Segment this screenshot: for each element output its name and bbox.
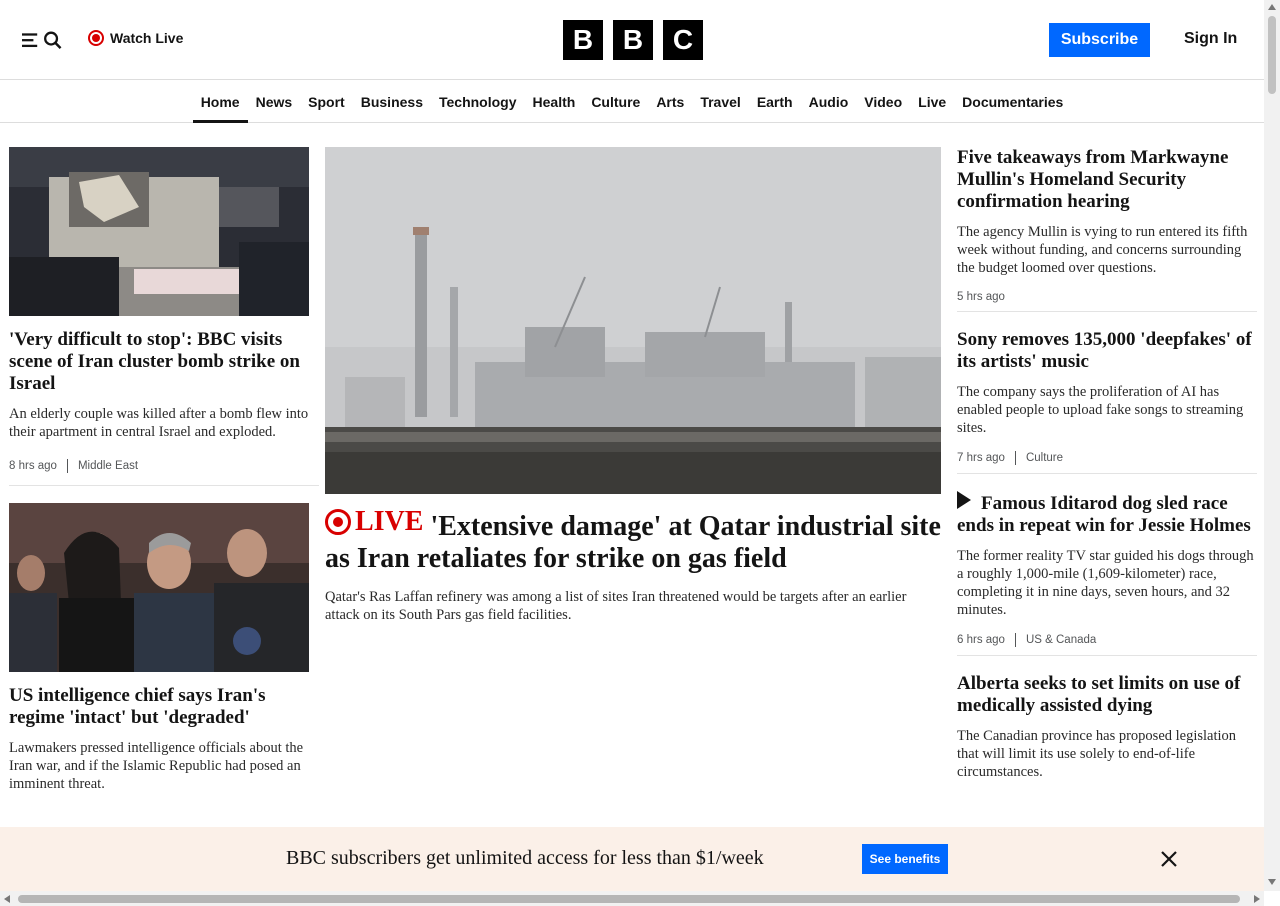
live-label: LIVE: [355, 506, 424, 537]
story-card[interactable]: Sony removes 135,000 'deepfakes' of its …: [957, 329, 1257, 465]
live-icon: [325, 509, 351, 535]
story-headline[interactable]: Sony removes 135,000 'deepfakes' of its …: [957, 329, 1257, 373]
nav-item-live[interactable]: Live: [910, 81, 954, 123]
nav-item-news[interactable]: News: [248, 81, 301, 123]
story-summary: Lawmakers pressed intelligence officials…: [9, 740, 304, 792]
card-divider: [957, 473, 1257, 474]
story-meta: 5 hrs ago: [957, 291, 1257, 303]
subscribe-button[interactable]: Subscribe: [1049, 23, 1150, 57]
story-tag[interactable]: Culture: [1026, 452, 1063, 464]
story-summary: The Canadian province has proposed legis…: [957, 728, 1237, 780]
story-headline-text: Famous Iditarod dog sled race ends in re…: [957, 493, 1251, 536]
logo-letter: B: [613, 20, 653, 60]
story-headline[interactable]: 'Very difficult to stop': BBC visits sce…: [9, 329, 309, 395]
story-summary: The former reality TV star guided his do…: [957, 548, 1254, 618]
horizontal-scrollbar[interactable]: [0, 891, 1264, 906]
nav-item-sport[interactable]: Sport: [300, 81, 353, 123]
search-icon: [44, 31, 62, 49]
story-card[interactable]: Five takeaways from Markwayne Mullin's H…: [957, 147, 1257, 303]
lead-story[interactable]: LIVE 'Extensive damage' at Qatar industr…: [325, 147, 941, 624]
menu-search-button[interactable]: [22, 28, 62, 52]
watch-live-label: Watch Live: [110, 30, 184, 46]
nav-item-earth[interactable]: Earth: [749, 81, 801, 123]
story-headline[interactable]: Alberta seeks to set limits on use of me…: [957, 673, 1257, 717]
vertical-scrollbar[interactable]: [1264, 0, 1280, 891]
story-image-apartment[interactable]: [9, 147, 309, 316]
story-meta: 6 hrs ago US & Canada: [957, 633, 1257, 647]
story-meta: 8 hrs ago Middle East: [9, 459, 309, 473]
site-header: Watch Live B B C Subscribe Sign In: [0, 0, 1264, 80]
main-nav: Home News Sport Business Technology Heal…: [0, 81, 1264, 123]
scroll-right-arrow-icon[interactable]: [1254, 895, 1260, 903]
vertical-scroll-thumb[interactable]: [1268, 16, 1276, 94]
nav-item-technology[interactable]: Technology: [431, 81, 525, 123]
sign-in-link[interactable]: Sign In: [1184, 30, 1237, 48]
story-card[interactable]: 'Very difficult to stop': BBC visits sce…: [9, 147, 309, 473]
menu-icon: [22, 33, 38, 48]
horizontal-scroll-thumb[interactable]: [18, 895, 1240, 903]
nav-item-travel[interactable]: Travel: [692, 81, 748, 123]
bbc-logo[interactable]: B B C: [563, 20, 703, 60]
scroll-down-arrow-icon[interactable]: [1268, 879, 1276, 885]
nav-item-arts[interactable]: Arts: [648, 81, 692, 123]
logo-letter: B: [563, 20, 603, 60]
banner-text: BBC subscribers get unlimited access for…: [286, 847, 764, 869]
nav-item-home[interactable]: Home: [192, 81, 248, 123]
nav-list: Home News Sport Business Technology Heal…: [192, 81, 1072, 123]
card-divider: [957, 655, 1257, 656]
story-summary: An elderly couple was killed after a bom…: [9, 406, 309, 440]
nav-item-video[interactable]: Video: [856, 81, 910, 123]
story-card[interactable]: Alberta seeks to set limits on use of me…: [957, 673, 1257, 781]
story-time: 8 hrs ago: [9, 460, 57, 472]
scroll-up-arrow-icon[interactable]: [1268, 4, 1276, 10]
banner-close-button[interactable]: [1158, 848, 1180, 870]
story-headline[interactable]: Famous Iditarod dog sled race ends in re…: [957, 491, 1257, 537]
card-divider: [957, 311, 1257, 312]
card-divider: [9, 485, 319, 486]
meta-divider: [1014, 451, 1016, 465]
nav-item-business[interactable]: Business: [353, 81, 431, 123]
right-column: Five takeaways from Markwayne Mullin's H…: [957, 147, 1257, 781]
nav-item-health[interactable]: Health: [525, 81, 584, 123]
story-time: 5 hrs ago: [957, 291, 1005, 303]
story-time: 7 hrs ago: [957, 452, 1005, 464]
live-badge: LIVE: [325, 506, 423, 538]
story-tag[interactable]: US & Canada: [1026, 634, 1096, 646]
close-icon: [1161, 851, 1177, 867]
story-headline[interactable]: US intelligence chief says Iran's regime…: [9, 685, 309, 729]
meta-divider: [1014, 633, 1016, 647]
story-headline[interactable]: Five takeaways from Markwayne Mullin's H…: [957, 147, 1257, 213]
nav-item-audio[interactable]: Audio: [801, 81, 857, 123]
scroll-left-arrow-icon[interactable]: [4, 895, 10, 903]
left-column: 'Very difficult to stop': BBC visits sce…: [9, 147, 319, 793]
story-summary: The company says the proliferation of AI…: [957, 384, 1244, 436]
story-meta: 7 hrs ago Culture: [957, 451, 1257, 465]
nav-item-culture[interactable]: Culture: [583, 81, 648, 123]
meta-divider: [66, 459, 68, 473]
story-summary: The agency Mullin is vying to run entere…: [957, 224, 1248, 276]
lead-story-image[interactable]: [325, 147, 941, 494]
play-icon: [957, 491, 971, 509]
nav-item-documentaries[interactable]: Documentaries: [954, 81, 1071, 123]
logo-letter: C: [663, 20, 703, 60]
story-image-hearing[interactable]: [9, 503, 309, 672]
lead-story-summary: Qatar's Ras Laffan refinery was among a …: [325, 589, 907, 623]
live-icon: [88, 30, 104, 46]
lead-story-headline[interactable]: LIVE 'Extensive damage' at Qatar industr…: [325, 506, 941, 575]
story-tag[interactable]: Middle East: [78, 460, 138, 472]
subscription-banner: BBC subscribers get unlimited access for…: [0, 827, 1264, 891]
see-benefits-button[interactable]: See benefits: [862, 844, 948, 874]
story-card[interactable]: US intelligence chief says Iran's regime…: [9, 503, 309, 793]
story-time: 6 hrs ago: [957, 634, 1005, 646]
watch-live-link[interactable]: Watch Live: [88, 30, 183, 46]
story-card[interactable]: Famous Iditarod dog sled race ends in re…: [957, 491, 1257, 647]
